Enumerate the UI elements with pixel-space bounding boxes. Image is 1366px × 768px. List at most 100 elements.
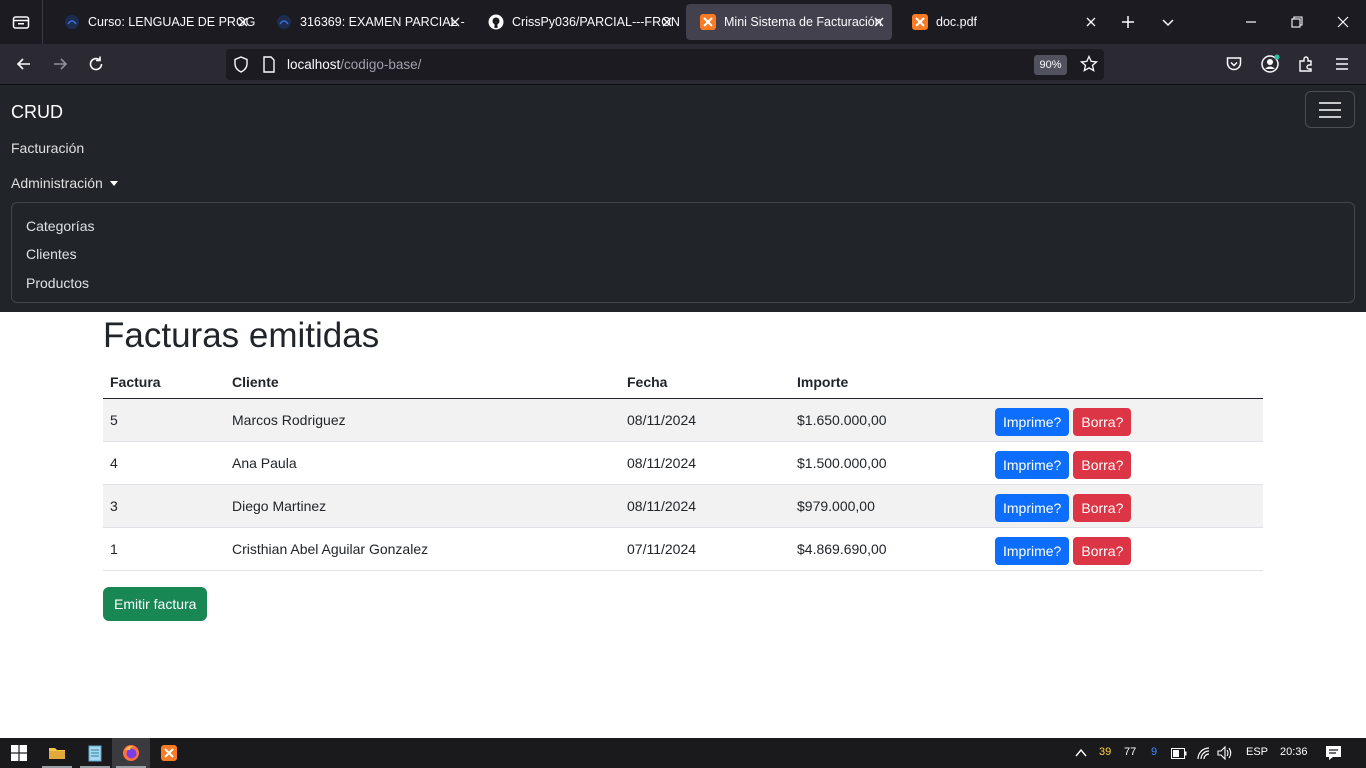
emit-invoice-button[interactable]: Emitir factura (103, 587, 208, 621)
extensions-button[interactable] (1296, 54, 1316, 74)
tab-overview-icon (12, 16, 30, 29)
page-icon[interactable] (262, 56, 276, 73)
restore-button[interactable] (1287, 12, 1307, 32)
close-icon[interactable] (236, 15, 250, 29)
column-header-importe: Importe (790, 366, 988, 399)
tab-curso[interactable]: Curso: LENGUAJE DE PROGRA (50, 4, 256, 40)
chevron-up-icon[interactable] (1074, 747, 1088, 759)
clock[interactable]: 20:36 (1280, 746, 1308, 758)
wifi-icon[interactable] (1196, 746, 1211, 760)
chevron-down-icon (1162, 19, 1174, 27)
cell-fecha: 08/11/2024 (620, 484, 790, 528)
print-button[interactable]: Imprime? (995, 407, 1070, 436)
tab-title: Curso: LENGUAJE DE PROGRA (88, 15, 256, 29)
tab-examen[interactable]: 316369: EXAMEN PARCIAL - L (262, 4, 468, 40)
cell-importe: $1.500.000,00 (790, 441, 988, 485)
reload-button[interactable] (86, 54, 106, 74)
battery-icon[interactable] (1171, 748, 1187, 759)
table-row: 1 Cristhian Abel Aguilar Gonzalez 07/11/… (103, 527, 1263, 571)
taskbar-xampp[interactable] (150, 738, 188, 768)
delete-button[interactable]: Borra? (1073, 407, 1132, 436)
moodle-icon (65, 15, 79, 29)
close-window-button[interactable] (1333, 12, 1353, 32)
url-host: localhost (287, 57, 341, 72)
nav-link-facturacion[interactable]: Facturación (11, 140, 84, 156)
url-text[interactable]: localhost/codigo-base/ (287, 57, 421, 72)
dropdown-item-categorias[interactable]: Categorías (26, 218, 94, 234)
language-indicator[interactable]: ESP (1246, 746, 1268, 758)
tray-number-blue[interactable]: 9 (1151, 746, 1157, 758)
administracion-dropdown-menu: Categorías Clientes Productos (11, 202, 1355, 303)
page-title: Facturas emitidas (103, 316, 380, 355)
cell-actions: Imprime? Borra? (988, 398, 1263, 442)
print-button[interactable]: Imprime? (995, 450, 1070, 479)
navbar-brand[interactable]: CRUD (11, 102, 63, 123)
taskbar-file-explorer[interactable] (38, 738, 76, 768)
url-bar[interactable]: localhost/codigo-base/ 90% (226, 49, 1104, 80)
table-row: 3 Diego Martinez 08/11/2024 $979.000,00 … (103, 484, 1263, 528)
menu-button[interactable] (1332, 54, 1352, 74)
list-all-tabs-button[interactable] (1158, 12, 1178, 32)
column-header-actions (988, 366, 1263, 399)
column-header-cliente: Cliente (225, 366, 620, 399)
back-button[interactable] (14, 54, 34, 74)
taskbar-firefox[interactable] (112, 738, 150, 768)
new-tab-button[interactable] (1118, 12, 1138, 32)
nav-link-label: Administración (11, 175, 103, 191)
reload-icon (89, 56, 103, 71)
cell-factura: 4 (103, 441, 225, 485)
tray-number-white[interactable]: 77 (1124, 746, 1136, 758)
hamburger-icon (1336, 58, 1348, 70)
cell-cliente: Cristhian Abel Aguilar Gonzalez (225, 527, 620, 571)
tab-overview-button[interactable] (0, 0, 43, 44)
shield-icon[interactable] (233, 56, 249, 73)
navbar-toggler-button[interactable] (1305, 91, 1355, 128)
tab-title: CrissPy036/PARCIAL---FRON (512, 15, 680, 29)
table-header-row: Factura Cliente Fecha Importe (103, 366, 1263, 399)
cell-factura: 1 (103, 527, 225, 571)
restore-icon (1291, 16, 1303, 28)
delete-button[interactable]: Borra? (1073, 493, 1132, 522)
cell-cliente: Ana Paula (225, 441, 620, 485)
start-button[interactable] (0, 738, 38, 768)
forward-button[interactable] (50, 54, 70, 74)
puzzle-icon (1299, 56, 1312, 72)
print-button[interactable]: Imprime? (995, 536, 1070, 565)
invoices-table: Factura Cliente Fecha Importe 5 Marcos R… (103, 366, 1263, 571)
tab-mini-sistema[interactable]: Mini Sistema de Facturación (686, 4, 892, 40)
account-button[interactable] (1260, 54, 1280, 74)
tab-doc-pdf[interactable]: doc.pdf (898, 4, 1104, 40)
delete-button[interactable]: Borra? (1073, 536, 1132, 565)
print-button[interactable]: Imprime? (995, 493, 1070, 522)
close-icon[interactable] (448, 15, 462, 29)
xampp-icon (912, 14, 928, 30)
nav-dropdown-administracion[interactable]: Administración (11, 175, 118, 191)
pocket-icon (1226, 57, 1242, 71)
zoom-level-badge[interactable]: 90% (1034, 55, 1067, 75)
dropdown-item-clientes[interactable]: Clientes (26, 246, 77, 262)
pocket-button[interactable] (1224, 54, 1244, 74)
close-icon[interactable] (872, 15, 886, 29)
dropdown-item-productos[interactable]: Productos (26, 275, 89, 291)
tray-number-yellow[interactable]: 39 (1099, 746, 1111, 758)
notepad-icon (88, 745, 102, 762)
notification-icon[interactable] (1325, 745, 1342, 761)
tab-title: 316369: EXAMEN PARCIAL - L (300, 15, 468, 29)
close-icon[interactable] (1084, 15, 1098, 29)
tab-title: Mini Sistema de Facturación (724, 15, 882, 29)
windows-taskbar: 39 77 9 ESP 20:36 (0, 738, 1366, 768)
close-icon[interactable] (660, 15, 674, 29)
volume-icon[interactable] (1217, 746, 1234, 760)
cell-importe: $4.869.690,00 (790, 527, 988, 571)
browser-navigation-bar: localhost/codigo-base/ 90% (0, 44, 1366, 85)
browser-tab-strip: Curso: LENGUAJE DE PROGRA 316369: EXAMEN… (0, 0, 1366, 44)
minimize-button[interactable] (1241, 12, 1261, 32)
star-icon[interactable] (1080, 55, 1098, 73)
url-path: /codigo-base/ (340, 57, 422, 72)
app-navbar: CRUD Facturación Administración Categorí… (0, 85, 1366, 312)
cell-cliente: Diego Martinez (225, 484, 620, 528)
column-header-factura: Factura (103, 366, 225, 399)
delete-button[interactable]: Borra? (1073, 450, 1132, 479)
taskbar-notepad[interactable] (76, 738, 114, 768)
tab-github[interactable]: CrissPy036/PARCIAL---FRON (474, 4, 680, 40)
